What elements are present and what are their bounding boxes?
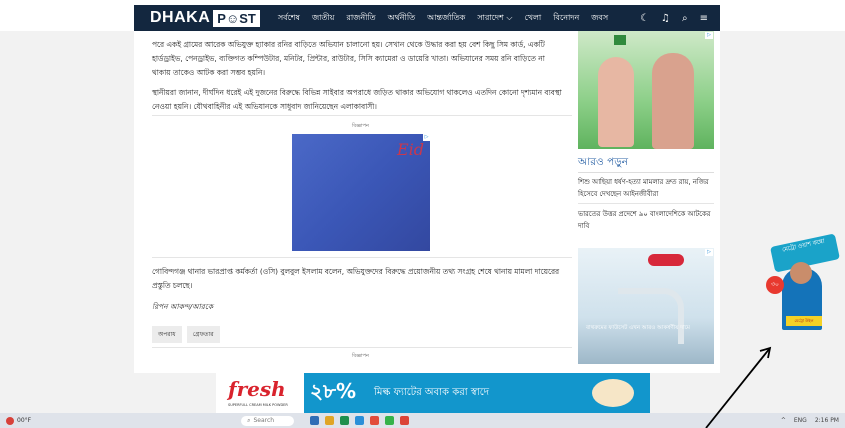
- site-header: DHAKA P☺ST সর্বশেষ জাতীয় রাজনীতি অর্থনী…: [0, 0, 845, 31]
- main-nav: DHAKA P☺ST সর্বশেষ জাতীয় রাজনীতি অর্থনী…: [134, 5, 720, 31]
- moon-icon[interactable]: ☾: [640, 13, 649, 24]
- search-icon: ⌕: [247, 416, 251, 424]
- article-paragraph: গোবিন্দগঞ্জ থানার ভারপ্রাপ্ত কর্মকর্তা (…: [152, 267, 560, 290]
- folder-icon[interactable]: [325, 416, 335, 425]
- weather-widget[interactable]: 00°F: [6, 416, 32, 425]
- article-paragraph: স্থানীয়রা জানান, দীর্ঘদিন ধরেই এই দুজনে…: [152, 88, 562, 111]
- ad-bowl-image: [592, 379, 634, 407]
- ad-person-face: [790, 262, 812, 284]
- tag-crime[interactable]: অপরাধ: [152, 326, 182, 343]
- divider: [152, 257, 572, 258]
- ad-tagline: SUPERFULL CREAM MILK POWDER: [228, 403, 288, 407]
- nav-item-national[interactable]: জাতীয়: [312, 12, 334, 25]
- ad-choices-icon[interactable]: ▷: [705, 249, 713, 256]
- article-body-continued: গোবিন্দগঞ্জ থানার ভারপ্রাপ্ত কর্মকর্তা (…: [152, 265, 564, 297]
- nav-icons: ☾ ♫ ⌕ ≡: [640, 13, 708, 24]
- ad-person: [652, 53, 694, 149]
- tag-arrest[interactable]: গ্রেফতার: [186, 326, 220, 343]
- ad-slogan: মিল্ক ফ্যাটের অবাক করা স্বাদে: [374, 387, 490, 398]
- ad-sign: মেট্রো উইল: [786, 316, 822, 326]
- main-content: পরে একই গ্রামের আরেক অভিযুক্ত হ্যাকার রন…: [134, 31, 720, 373]
- system-tray: ^ ENG 2:16 PM: [781, 417, 839, 424]
- ad-label: বিজ্ঞাপন: [352, 123, 369, 129]
- more-news-item[interactable]: ভারতের উত্তর প্রদেশে ৯০ বাংলাদেশিকে আটকে…: [578, 208, 714, 232]
- language-indicator[interactable]: ENG: [794, 417, 807, 424]
- bell-icon[interactable]: ♫: [661, 13, 670, 24]
- divider: [578, 203, 714, 204]
- bottom-banner-ad[interactable]: fresh SUPERFULL CREAM MILK POWDER ২৮% মি…: [216, 373, 650, 413]
- tray-chevron-icon[interactable]: ^: [781, 417, 786, 424]
- app-icon[interactable]: [370, 416, 380, 425]
- divider: [578, 172, 714, 173]
- site-logo[interactable]: DHAKA P☺ST: [150, 9, 260, 27]
- weather-temp: 00°F: [17, 417, 32, 424]
- faucet-image: [618, 288, 684, 344]
- nav-item-entertainment[interactable]: বিনোদন: [553, 12, 579, 25]
- ad-label: বিজ্ঞাপন: [352, 353, 369, 359]
- logo-text-post: P☺ST: [213, 9, 260, 27]
- menu-icon[interactable]: ≡: [700, 13, 708, 24]
- floating-ad[interactable]: মেট্রো ওয়াশ কম্বো ৩০ মেট্রো উইল: [760, 232, 840, 348]
- weather-icon: [6, 416, 14, 425]
- tag-list: অপরাধ গ্রেফতার: [152, 326, 220, 343]
- article-body: পরে একই গ্রামের আরেক অভিযুক্ত হ্যাকার রন…: [152, 38, 564, 120]
- ad-percent: ২৮%: [310, 379, 357, 403]
- nav-item-economy[interactable]: অর্থনীতি: [388, 12, 415, 25]
- ad-choices-icon[interactable]: ▷: [423, 134, 430, 141]
- nav-items: সর্বশেষ জাতীয় রাজনীতি অর্থনীতি আন্তর্জা…: [278, 12, 608, 25]
- ad-choices-icon[interactable]: ▷: [705, 32, 713, 39]
- nav-item-latest[interactable]: সর্বশেষ: [278, 12, 300, 25]
- ad-text: Eid: [396, 140, 424, 159]
- sidebar-ad-faucet[interactable]: বাথরুমের ফাউসেট এখন আরও আকর্ষণীয় দামে ▷: [578, 248, 714, 364]
- ad-offer-badge: ৩০: [766, 276, 784, 294]
- article-paragraph: পরে একই গ্রামের আরেক অভিযুক্ত হ্যাকার রন…: [152, 40, 545, 77]
- search-icon[interactable]: ⌕: [682, 13, 688, 24]
- more-news-title: আরও পড়ুন: [578, 156, 628, 168]
- divider: [152, 115, 572, 116]
- taskbar-apps: [310, 416, 410, 425]
- nav-item-jobs[interactable]: জবস: [591, 12, 608, 25]
- nav-item-country[interactable]: সারাদেশ ⌵: [477, 12, 512, 25]
- ad-person: [598, 57, 634, 147]
- divider: [152, 347, 572, 348]
- taskbar: 00°F ⌕ Search ^ ENG 2:16 PM: [0, 413, 845, 428]
- nav-item-politics[interactable]: রাজনীতি: [346, 12, 375, 25]
- article-byline: রিপন আকন্দ/আরকে: [152, 302, 213, 311]
- whatsapp-icon[interactable]: [385, 416, 395, 425]
- app-icon[interactable]: [340, 416, 350, 425]
- ad-brand: fresh: [228, 377, 286, 401]
- clock[interactable]: 2:16 PM: [815, 417, 839, 424]
- nav-item-international[interactable]: আন্তর্জাতিক: [427, 12, 465, 25]
- nav-item-sports[interactable]: খেলা: [524, 12, 541, 25]
- inline-ad[interactable]: Eid ▷: [292, 134, 430, 251]
- ad-text: বাথরুমের ফাউসেট এখন আরও আকর্ষণীয় দামে: [586, 325, 690, 331]
- logo-text-dhaka: DHAKA: [150, 9, 211, 26]
- taskbar-search-label: Search: [253, 417, 275, 424]
- brand-logo: [648, 254, 684, 266]
- brand-badge: [614, 35, 626, 45]
- taskbar-search[interactable]: ⌕ Search: [241, 415, 295, 426]
- app-icon[interactable]: [310, 416, 320, 425]
- more-news-item[interactable]: শিশু আছিয়া ধর্ষণ-হত্যা মামলার দ্রুত রায…: [578, 176, 714, 200]
- ad-band: ২৮% মিল্ক ফ্যাটের অবাক করা স্বাদে: [304, 373, 650, 413]
- sidebar-ad-milk[interactable]: ▷: [578, 31, 714, 149]
- chrome-icon[interactable]: [400, 416, 410, 425]
- browser-icon[interactable]: [355, 416, 365, 425]
